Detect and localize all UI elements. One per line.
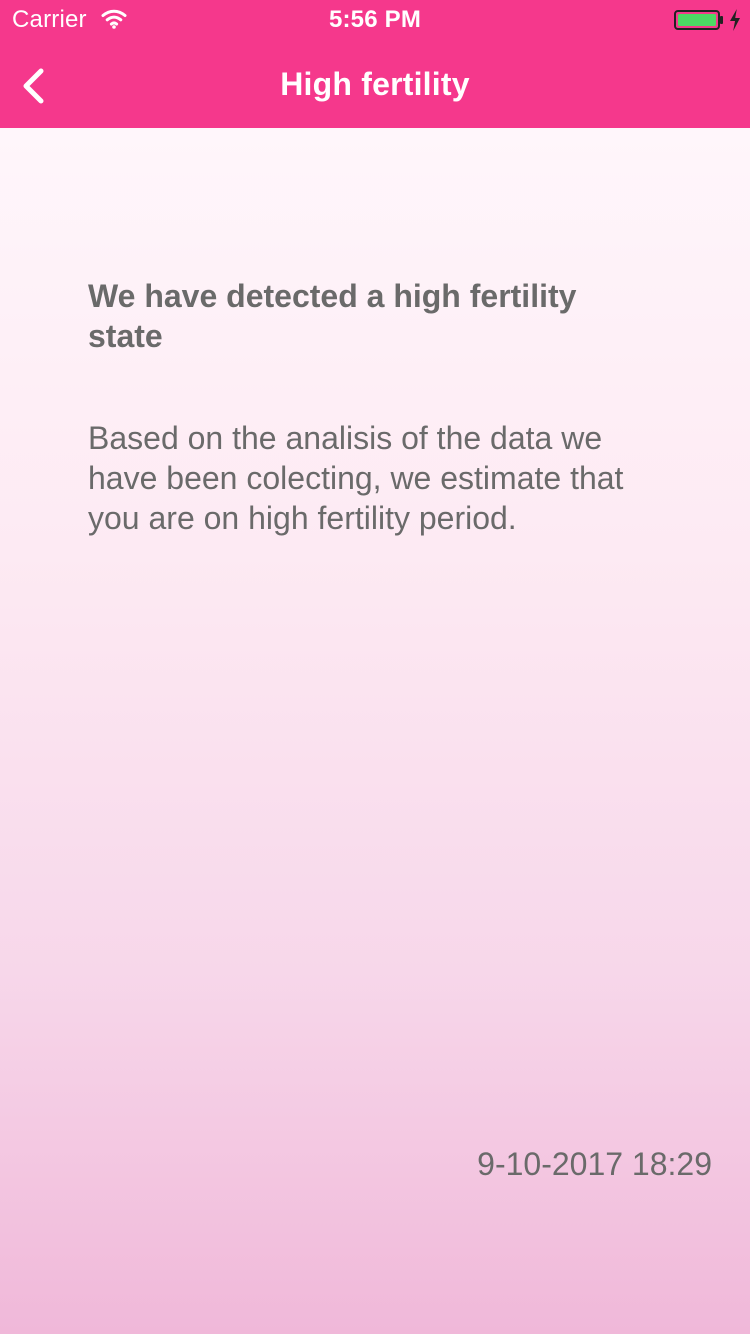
detection-headline: We have detected a high fertility state bbox=[88, 278, 577, 354]
notification-timestamp: 9-10-2017 18:29 bbox=[477, 1146, 712, 1182]
high-fertility-screen: Carrier 5:56 PM High fertility We have d… bbox=[0, 0, 750, 1334]
status-bar: Carrier 5:56 PM bbox=[0, 0, 750, 40]
status-time: 5:56 PM bbox=[328, 6, 422, 33]
battery-icon bbox=[674, 10, 723, 30]
detection-description: Based on the analisis of the data we hav… bbox=[88, 420, 624, 536]
bolt-icon bbox=[730, 9, 740, 31]
navigation-bar: High fertility bbox=[0, 40, 750, 128]
top-bar: Carrier 5:56 PM High fertility bbox=[0, 0, 750, 128]
page-title: High fertility bbox=[280, 66, 470, 102]
notification-content: We have detected a high fertility state … bbox=[0, 128, 750, 1334]
